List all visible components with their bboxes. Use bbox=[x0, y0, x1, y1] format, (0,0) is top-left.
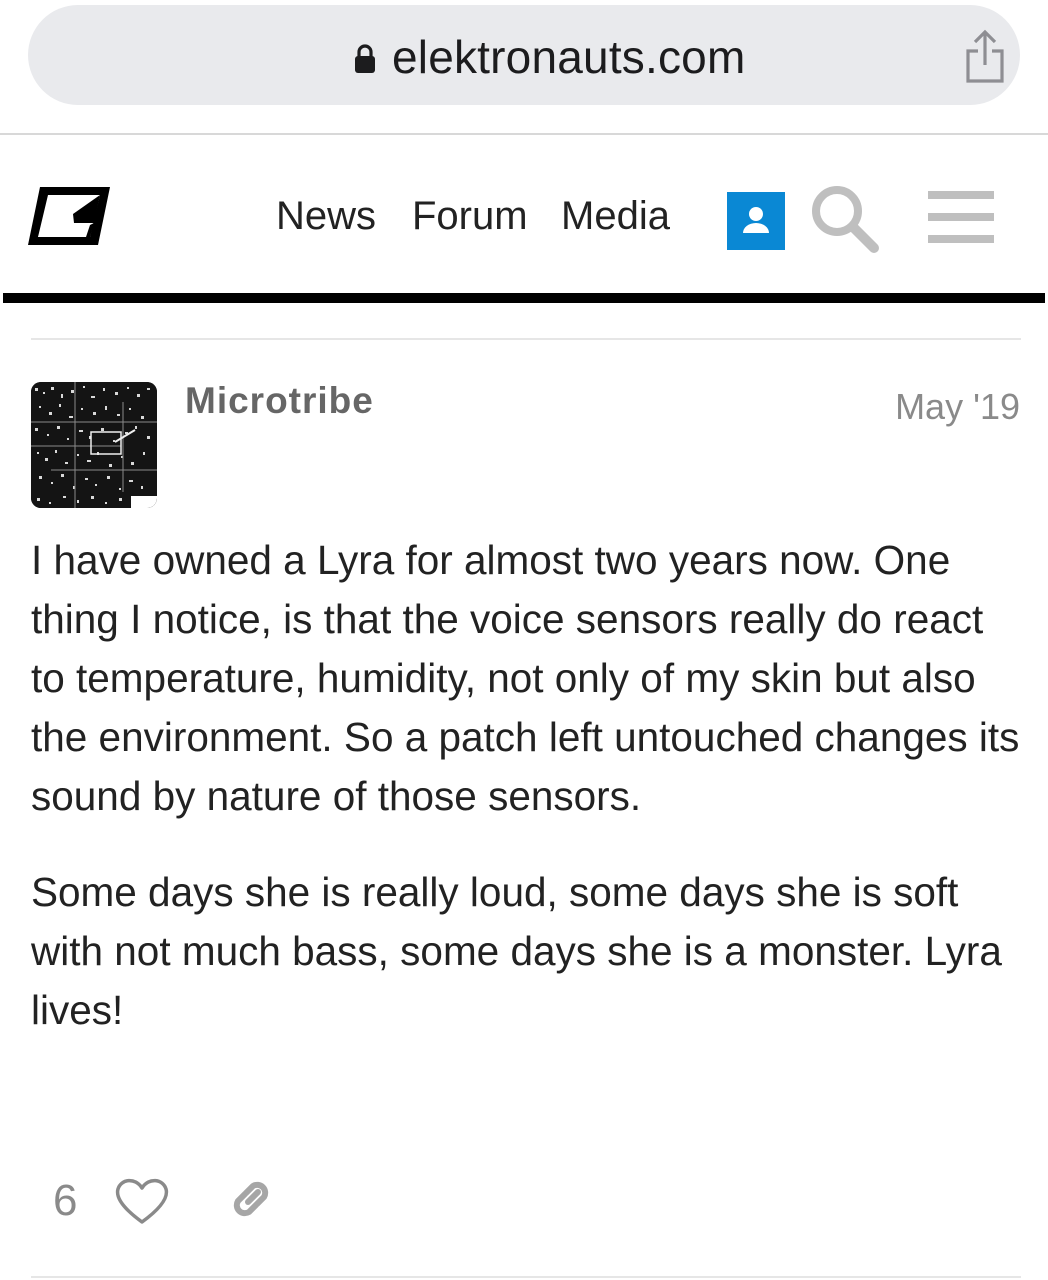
post-divider bbox=[31, 338, 1021, 340]
avatar[interactable] bbox=[31, 382, 157, 508]
site-header: News Forum Media bbox=[0, 135, 1048, 295]
address-bar[interactable]: elektronauts.com bbox=[28, 5, 1020, 105]
post-bottom-divider bbox=[31, 1276, 1021, 1278]
search-icon[interactable] bbox=[806, 180, 882, 256]
post-paragraph-1: I have owned a Lyra for almost two years… bbox=[31, 537, 1020, 819]
post-paragraph-2: Some days she is really loud, some days … bbox=[31, 869, 1002, 1033]
nav-news[interactable]: News bbox=[276, 191, 376, 241]
post-date[interactable]: May '19 bbox=[895, 384, 1020, 430]
share-icon[interactable] bbox=[962, 29, 1008, 85]
nav-media[interactable]: Media bbox=[561, 191, 670, 241]
post-body: I have owned a Lyra for almost two years… bbox=[31, 531, 1026, 1077]
link-icon[interactable] bbox=[224, 1172, 278, 1226]
like-count: 6 bbox=[53, 1176, 78, 1225]
header-divider bbox=[3, 293, 1045, 303]
post-username[interactable]: Microtribe bbox=[185, 378, 374, 424]
post-actions: 6 bbox=[0, 1160, 1048, 1240]
lock-icon bbox=[354, 43, 376, 75]
heart-icon[interactable] bbox=[114, 1176, 170, 1226]
elektronauts-logo[interactable] bbox=[28, 187, 112, 247]
url-text: elektronauts.com bbox=[392, 31, 746, 83]
user-button[interactable] bbox=[727, 192, 785, 250]
nav-forum[interactable]: Forum bbox=[412, 191, 528, 241]
user-icon bbox=[743, 207, 769, 233]
browser-address-bar-area: elektronauts.com bbox=[0, 0, 1048, 134]
hamburger-menu-icon[interactable] bbox=[928, 187, 994, 247]
